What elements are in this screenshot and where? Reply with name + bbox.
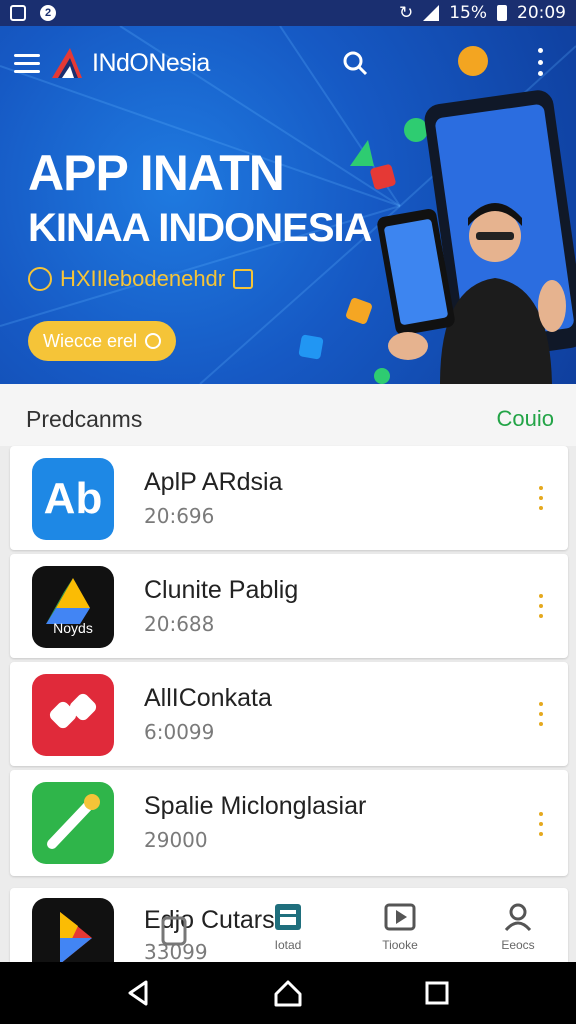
movies-icon (384, 903, 416, 931)
list-item[interactable]: AllIConkata 6:0099 (10, 662, 568, 766)
battery-percent: 15% (449, 3, 487, 23)
document-icon (233, 269, 254, 289)
back-icon[interactable] (124, 978, 154, 1008)
app-options-icon[interactable] (538, 812, 544, 836)
list-item[interactable]: Noyds Clunite Pablig 20:688 (10, 554, 568, 658)
red-app-icon (32, 674, 114, 756)
list-item[interactable]: Spalie Miclonglasiar 29000 (10, 770, 568, 876)
badge-icon (28, 267, 52, 291)
brand-name: INdONesia (92, 48, 210, 77)
app-notification-icon: 2 (40, 5, 56, 21)
app-options-icon[interactable] (538, 486, 544, 510)
hero-illustration (298, 90, 576, 384)
battery-icon (497, 5, 507, 21)
green-app-icon (32, 782, 114, 864)
tab-apps[interactable]: Iotad (248, 890, 328, 960)
image-notification-icon (10, 5, 26, 21)
brand-logo-icon (52, 48, 82, 78)
app-name: AplP ARdsia (144, 468, 283, 496)
sync-icon: ↻ (398, 3, 414, 23)
app-name: Clunite Pablig (144, 576, 299, 604)
status-bar: 2 ↻ 15% 20:09 (0, 0, 576, 26)
bottom-tab-bar: Iotad Tiooke Eeocs (0, 890, 576, 962)
hero-tagline-text: HXIIlebodenehdr (60, 266, 226, 291)
section-header: Predcanms Couio (0, 384, 576, 446)
app-meta: 6:0099 (144, 720, 215, 744)
app-name: Spalie Miclonglasiar (144, 792, 367, 820)
app-options-icon[interactable] (538, 594, 544, 618)
noyas-app-icon: Noyds (32, 566, 114, 648)
clock: 20:09 (517, 3, 566, 23)
signal-icon (423, 5, 440, 21)
account-icon (504, 903, 532, 932)
menu-icon[interactable] (14, 53, 40, 73)
hero-cta-button[interactable]: Wiecce erel (28, 321, 176, 361)
tab-account[interactable]: Eeocs (478, 890, 558, 960)
app-name: AllIConkata (144, 684, 272, 712)
navigation-bar (0, 962, 576, 1024)
ab-app-icon: Ab (32, 458, 114, 540)
tab-movies[interactable]: Tiooke (360, 890, 440, 960)
tab-games[interactable] (134, 890, 214, 960)
hero-title: APP INATN (28, 145, 285, 201)
games-icon (161, 916, 187, 946)
app-meta: 29000 (144, 828, 208, 852)
hero-cta-label: Wiecce erel (42, 330, 138, 351)
search-small-icon (145, 333, 162, 349)
app-meta: 20:688 (144, 612, 215, 636)
hero-tagline: HXIIlebodenehdr (28, 266, 254, 292)
section-title: Predcanms (26, 406, 143, 432)
home-icon[interactable] (273, 978, 303, 1008)
list-item[interactable]: Ab AplP ARdsia 20:696 (10, 446, 568, 550)
see-all-link[interactable]: Couio (497, 406, 554, 432)
hero-banner[interactable]: INdONesia APP INATN KINAA INDONESIA HXII… (0, 26, 576, 384)
recents-icon[interactable] (422, 978, 452, 1008)
app-options-icon[interactable] (538, 702, 544, 726)
app-meta: 20:696 (144, 504, 215, 528)
apps-icon (275, 904, 301, 930)
